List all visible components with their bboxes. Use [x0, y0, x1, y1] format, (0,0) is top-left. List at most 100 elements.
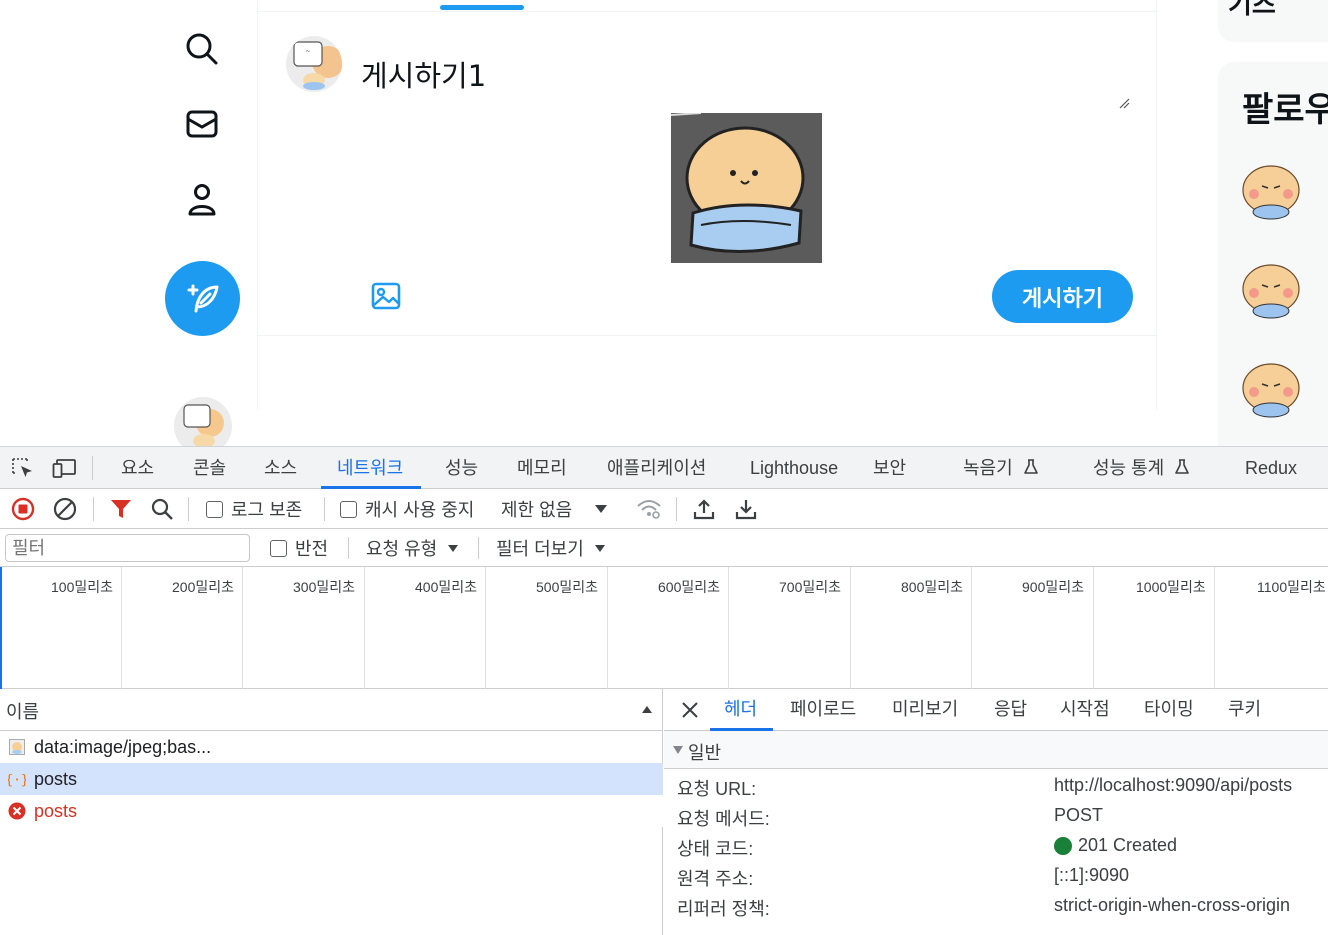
preserve-log-checkbox[interactable]: 로그 보존 [206, 489, 302, 529]
tab-console[interactable]: 콘솔 [193, 447, 226, 489]
attached-image-preview [670, 112, 822, 263]
tab-memory[interactable]: 메모리 [517, 447, 567, 489]
throttling-value: 제한 없음 [501, 500, 573, 520]
more-filters-dropdown[interactable]: 필터 더보기 [496, 529, 606, 567]
request-row-selected[interactable]: {·} posts [0, 763, 663, 795]
request-list: 이름 data:image/jpeg;bas... {·} posts post… [0, 689, 663, 935]
disable-cache-checkbox[interactable]: 캐시 사용 중지 [340, 489, 474, 529]
tab-recorder-label: 녹음기 [963, 458, 1013, 478]
post-submit-button[interactable]: 게시하기 [992, 270, 1133, 323]
clear-icon[interactable] [53, 489, 77, 529]
tab-redux[interactable]: Redux [1245, 447, 1297, 489]
tab-payload[interactable]: 페이로드 [790, 689, 856, 731]
request-name: posts [34, 800, 78, 821]
export-har-icon[interactable] [735, 489, 757, 529]
svg-text:{·}: {·} [8, 773, 26, 788]
tab-performance[interactable]: 성능 [445, 447, 478, 489]
timeline-tick-label: 1000밀리초 [1136, 579, 1206, 595]
tab-preview[interactable]: 미리보기 [892, 689, 958, 731]
experiment-flask-icon [1023, 459, 1038, 474]
account-avatar[interactable] [174, 397, 232, 446]
tab-performance-insights-label: 성능 통계 [1093, 458, 1165, 478]
timeline-tick-label: 500밀리초 [536, 579, 598, 595]
tab-cookies[interactable]: 쿠키 [1228, 689, 1261, 731]
throttling-select[interactable]: 제한 없음 [501, 489, 608, 529]
tab-network[interactable]: 네트워크 [320, 447, 422, 489]
invert-label: 반전 [295, 539, 329, 559]
header-row-request-method: 요청 메서드: POST [664, 801, 1328, 831]
app-viewport: ~ 게시하기1 게시하기 기즈 팔로우 당 [0, 0, 1328, 446]
feather-plus-icon [187, 284, 218, 312]
tab-performance-insights[interactable]: 성능 통계 [1093, 447, 1191, 489]
request-row[interactable]: data:image/jpeg;bas... [0, 731, 663, 763]
network-overview-timeline[interactable]: 100밀리초 200밀리초 300밀리초 400밀리초 500밀리초 600밀리… [0, 567, 1328, 689]
request-list-header[interactable]: 이름 [0, 689, 663, 731]
messages-mail-icon[interactable] [182, 104, 222, 144]
header-key: 리퍼러 정책: [677, 899, 770, 919]
header-row-referrer-policy: 리퍼러 정책: strict-origin-when-cross-origin [664, 891, 1328, 921]
follow-suggestion-item[interactable]: 그 @ [1240, 259, 1328, 323]
error-icon [8, 802, 26, 820]
image-icon [8, 738, 26, 756]
expand-triangle-icon [673, 746, 683, 754]
devtools-panel: 요소 콘솔 소스 네트워크 성능 메모리 애플리케이션 Lighthouse 보… [0, 446, 1328, 935]
request-type-label: 요청 유형 [366, 539, 438, 559]
tab-response[interactable]: 응답 [994, 689, 1027, 731]
explore-search-icon[interactable] [182, 29, 222, 69]
compose-post-button[interactable] [165, 261, 240, 336]
device-toolbar-icon[interactable] [52, 457, 78, 479]
checkbox-box [270, 539, 287, 557]
tab-elements[interactable]: 요소 [121, 447, 154, 489]
tab-timing[interactable]: 타이밍 [1144, 689, 1194, 731]
general-section-header[interactable]: 일반 [664, 731, 1328, 769]
checkbox-box [340, 500, 357, 518]
tab-application[interactable]: 애플리케이션 [607, 447, 706, 489]
follow-suggestions-panel: 팔로우 당 @ 그 @ 그 @ [1218, 62, 1328, 446]
timeline-tick-label: 800밀리초 [901, 579, 963, 595]
network-conditions-wifi-icon[interactable] [636, 489, 662, 529]
divider [258, 335, 1158, 336]
search-icon[interactable] [151, 489, 173, 529]
tab-security[interactable]: 보안 [873, 447, 906, 489]
tab-initiator[interactable]: 시작점 [1060, 689, 1110, 731]
tab-sources[interactable]: 소스 [264, 447, 297, 489]
profile-person-icon[interactable] [182, 179, 222, 219]
request-row-error[interactable]: posts [0, 795, 663, 827]
timeline-tick-label: 1100밀리초 [1257, 579, 1326, 595]
header-row-request-url: 요청 URL: http://localhost:9090/api/posts [664, 771, 1328, 801]
header-value: http://localhost:9090/api/posts [1054, 775, 1293, 795]
follow-suggestion-item[interactable]: 그 @ [1240, 358, 1328, 422]
header-value: POST [1054, 805, 1104, 825]
close-icon[interactable] [680, 700, 700, 720]
filter-input[interactable] [5, 534, 250, 562]
request-type-dropdown[interactable]: 요청 유형 [366, 529, 459, 567]
trends-heading: 기즈 [1228, 0, 1276, 20]
follow-suggestion-item[interactable]: 당 @ [1240, 160, 1328, 224]
devtools-tab-bar: 요소 콘솔 소스 네트워크 성능 메모리 애플리케이션 Lighthouse 보… [0, 447, 1328, 489]
stop-recording-icon[interactable] [11, 489, 35, 529]
invert-checkbox[interactable]: 반전 [270, 529, 328, 567]
sort-ascending-icon [642, 706, 652, 713]
dropdown-arrow-icon [595, 505, 608, 513]
resize-handle-icon[interactable] [1118, 94, 1130, 109]
header-row-remote-address: 원격 주소: [::1]:9090 [664, 861, 1328, 891]
detail-tab-bar: 헤더 페이로드 미리보기 응답 시작점 타이밍 쿠키 [664, 689, 1328, 731]
active-tab-indicator [440, 5, 524, 10]
filter-funnel-icon[interactable] [110, 489, 132, 529]
tab-lighthouse[interactable]: Lighthouse [750, 447, 838, 489]
request-detail-panel: 헤더 페이로드 미리보기 응답 시작점 타이밍 쿠키 일반 요청 URL: ht… [664, 689, 1328, 935]
timeline-tick-label: 200밀리초 [172, 579, 234, 595]
inspect-element-icon[interactable] [11, 457, 35, 479]
timeline-tick-label: 100밀리초 [51, 579, 113, 595]
tab-headers[interactable]: 헤더 [709, 689, 774, 731]
tab-recorder[interactable]: 녹음기 [963, 447, 1040, 489]
composer-textarea[interactable]: 게시하기1 [361, 53, 486, 95]
header-value: [::1]:9090 [1054, 865, 1130, 885]
add-image-icon[interactable] [370, 280, 402, 312]
svg-text:~: ~ [305, 48, 310, 55]
main-timeline-column: ~ 게시하기1 게시하기 [257, 0, 1158, 410]
import-har-icon[interactable] [693, 489, 715, 529]
dropdown-arrow-icon [594, 544, 605, 552]
header-key: 요청 메서드: [677, 809, 770, 829]
experiment-flask-icon [1175, 459, 1190, 474]
